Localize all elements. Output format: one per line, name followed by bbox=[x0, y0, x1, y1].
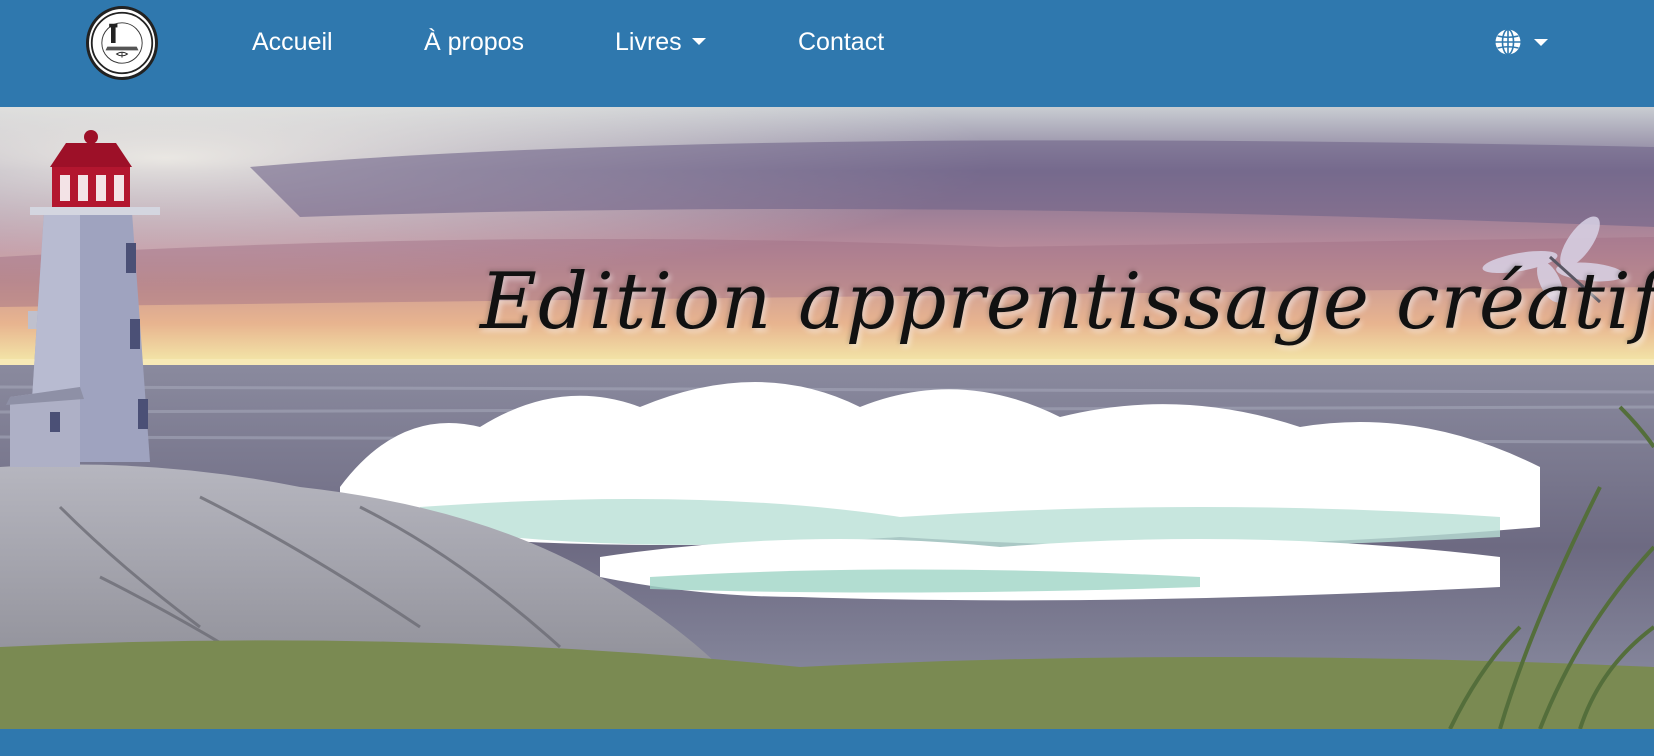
top-navbar: Accueil À propos Livres Contact bbox=[0, 0, 1654, 106]
seascape-illustration bbox=[0, 107, 1654, 729]
nav-contact-link[interactable]: Contact bbox=[798, 24, 884, 60]
nav-books-dropdown[interactable]: Livres bbox=[615, 24, 706, 60]
hero-title: Edition apprentissage créatif bbox=[480, 257, 1654, 347]
hero-banner: Edition apprentissage créatif bbox=[0, 107, 1654, 729]
chevron-down-icon bbox=[691, 37, 706, 45]
site-logo[interactable] bbox=[86, 6, 158, 80]
bottom-bar bbox=[0, 729, 1654, 756]
chevron-down-icon bbox=[1534, 38, 1548, 46]
nav-home-link[interactable]: Accueil bbox=[252, 24, 333, 60]
nav-books-label: Livres bbox=[615, 28, 682, 56]
nav-about-link[interactable]: À propos bbox=[424, 24, 524, 60]
language-selector[interactable] bbox=[1494, 26, 1548, 58]
lighthouse-logo-icon bbox=[90, 11, 154, 75]
globe-icon bbox=[1495, 28, 1521, 56]
